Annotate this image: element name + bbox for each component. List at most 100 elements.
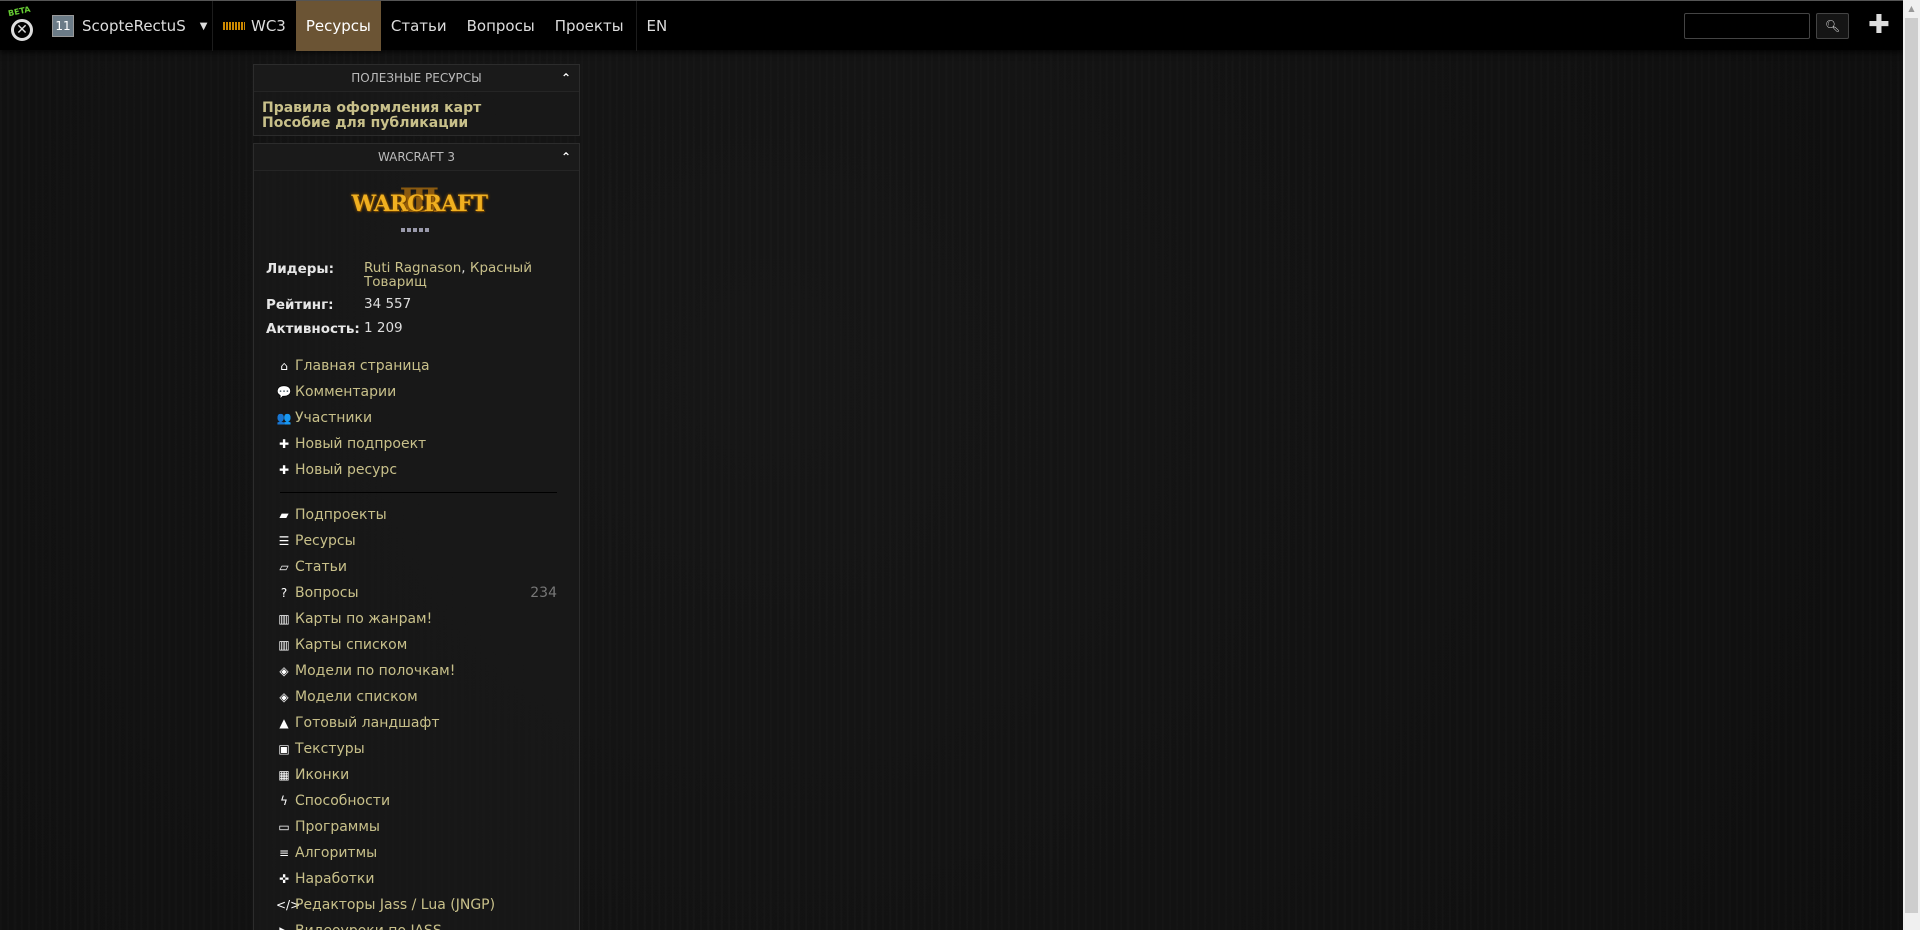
scrollbar-thumb[interactable] [1905, 18, 1918, 913]
menu-item-label: Вопросы [295, 585, 359, 601]
caret-down-icon: ▼ [199, 20, 208, 32]
puzzle-icon: ✜ [278, 872, 290, 886]
map-icon: ▥ [278, 638, 290, 652]
menu-item[interactable]: ▭ Программы [276, 814, 579, 840]
activity-label: Активность: [266, 321, 360, 337]
menu-item-label: Наработки [295, 871, 375, 887]
menu-item[interactable]: ▱ Статьи [276, 554, 579, 580]
menu-divider [280, 492, 557, 493]
menu-item[interactable]: ◈ Модели списком [276, 684, 579, 710]
useful-resources-panel: ПОЛЕЗНЫЕ РЕСУРСЫ ⌃ Правила оформления кар… [253, 64, 580, 136]
search-input[interactable] [1684, 13, 1810, 39]
nav-resources[interactable]: Ресурсы [295, 1, 381, 51]
top-navbar: BETA ✕ 11 ScopteRectuS ▼ WC3 Ресурсы Ста… [0, 0, 1903, 51]
project-info: Лидеры: Ruti Ragnason, Красный Товарищ Ре… [266, 261, 579, 337]
menu-item[interactable]: ▰ Подпроекты [276, 502, 579, 528]
menu-item-label: Участники [295, 410, 373, 426]
link-publishing-guide[interactable]: Пособие для публикации [254, 116, 579, 131]
menu-item-label: Главная страница [295, 358, 430, 374]
useful-links: Правила оформления карт Пособие для публ… [254, 92, 579, 131]
menu-item[interactable]: 💬 Комментарии [276, 379, 579, 405]
username: ScopteRectuS [82, 17, 186, 35]
window-icon: ▭ [278, 820, 290, 834]
panel-title: ПОЛЕЗНЫЕ РЕСУРСЫ [351, 71, 482, 85]
menu-item[interactable]: ϟ Способности [276, 788, 579, 814]
menu-item-label: Текстуры [295, 741, 365, 757]
menu-item[interactable]: </> Редакторы Jass / Lua (JNGP) [276, 892, 579, 918]
menu-item-label: Новый ресурс [295, 462, 398, 478]
question-icon: ? [280, 586, 288, 600]
menu-item[interactable]: ☰ Ресурсы [276, 528, 579, 554]
map-icon: ▥ [278, 612, 290, 626]
menu-item-label: Карты списком [295, 637, 408, 653]
menu-item-label: Модели по полочкам! [295, 663, 456, 679]
comments-icon: 💬 [276, 385, 292, 399]
menu-item[interactable]: ? Вопросы 234 [276, 580, 579, 606]
menu-item[interactable]: ◈ Модели по полочкам! [276, 658, 579, 684]
menu-item-label: Способности [295, 793, 391, 809]
menu-item[interactable]: ▶Видеоуроки по JASS [276, 918, 579, 930]
count-badge: 234 [530, 585, 557, 601]
rating-label: Рейтинг: [266, 297, 334, 313]
menu-item[interactable]: ▥ Карты по жанрам! [276, 606, 579, 632]
chevron-up-icon[interactable]: ⌃ [561, 144, 571, 171]
link-map-rules[interactable]: Правила оформления карт [254, 101, 579, 116]
panel-header[interactable]: WARCRAFT 3 ⌃ [254, 144, 579, 171]
add-button[interactable]: ✚ [1868, 11, 1890, 39]
menu-item-label: Модели списком [295, 689, 418, 705]
menu-item[interactable]: ✜ Наработки [276, 866, 579, 892]
beta-badge: BETA [7, 4, 32, 19]
plus-icon: ✚ [278, 463, 290, 477]
list-icon: ☰ [278, 534, 290, 548]
cube-icon: ◈ [279, 690, 289, 704]
panel-header[interactable]: ПОЛЕЗНЫЕ РЕСУРСЫ ⌃ [254, 65, 579, 92]
menu-item[interactable]: ▲ Готовый ландшафт [276, 710, 579, 736]
plus-icon: ✚ [1868, 10, 1890, 40]
nav-questions[interactable]: Вопросы [457, 1, 545, 51]
search-icon: 🔍︎ [1824, 19, 1841, 33]
bolt-icon: ϟ [280, 794, 288, 808]
rating-dots [400, 228, 431, 232]
code-icon: </> [276, 898, 301, 912]
users-icon: 👥 [276, 411, 292, 425]
menu-item-label: Ресурсы [295, 533, 356, 549]
cube-icon: ◈ [279, 664, 289, 678]
menu-item-label: Алгоритмы [295, 845, 378, 861]
grid-icon: ▦ [278, 768, 290, 782]
menu-item[interactable]: ✚ Новый ресурс [276, 457, 579, 483]
chevron-up-icon[interactable]: ⌃ [561, 65, 571, 92]
briefcase-icon: ▰ [279, 508, 289, 522]
menu-item-label: Редакторы Jass / Lua (JNGP) [295, 897, 496, 913]
user-menu[interactable]: 11 ScopteRectuS ▼ [52, 14, 207, 38]
warcraft-logo[interactable]: III WARCRAFT [352, 181, 488, 241]
menu-item-label: Иконки [295, 767, 350, 783]
scroll-up-icon[interactable]: ▲ [1903, 0, 1920, 17]
menu-item[interactable]: 👥 Участники [276, 405, 579, 431]
menu-item[interactable]: ≡ Алгоритмы [276, 840, 579, 866]
home-icon: ⌂ [280, 359, 288, 373]
menu-item[interactable]: ⌂ Главная страница [276, 353, 579, 379]
nav-language[interactable]: EN [635, 1, 678, 51]
menu-item-label: Комментарии [295, 384, 397, 400]
search-button[interactable]: 🔍︎ [1816, 13, 1849, 39]
tree-icon: ▲ [279, 716, 289, 730]
menu-item[interactable]: ▣ Текстуры [276, 736, 579, 762]
youtube-icon: ▶ [276, 924, 292, 930]
menu-item-label: Новый подпроект [295, 436, 427, 452]
nav-projects[interactable]: Проекты [545, 1, 634, 51]
logo-x-icon: ✕ [11, 19, 33, 41]
menu-item[interactable]: ▥ Карты списком [276, 632, 579, 658]
book-icon: ▱ [279, 560, 289, 574]
scrollbar[interactable]: ▲ [1903, 0, 1920, 930]
menu-item-label: Готовый ландшафт [295, 715, 440, 731]
project-panel: WARCRAFT 3 ⌃ III WARCRAFT Лидеры: Ruti Ragn… [253, 143, 580, 930]
menu-item-label: Карты по жанрам! [295, 611, 433, 627]
menu-item[interactable]: ✚ Новый подпроект [276, 431, 579, 457]
ordered-list-icon: ≡ [278, 846, 290, 860]
nav-wc3[interactable]: WC3 [213, 1, 296, 51]
panel-title: WARCRAFT 3 [377, 150, 456, 164]
nav-articles[interactable]: Статьи [381, 1, 457, 51]
menu-item[interactable]: ▦ Иконки [276, 762, 579, 788]
menu-item-label: Статьи [295, 559, 348, 575]
site-logo[interactable]: BETA ✕ [7, 5, 34, 43]
